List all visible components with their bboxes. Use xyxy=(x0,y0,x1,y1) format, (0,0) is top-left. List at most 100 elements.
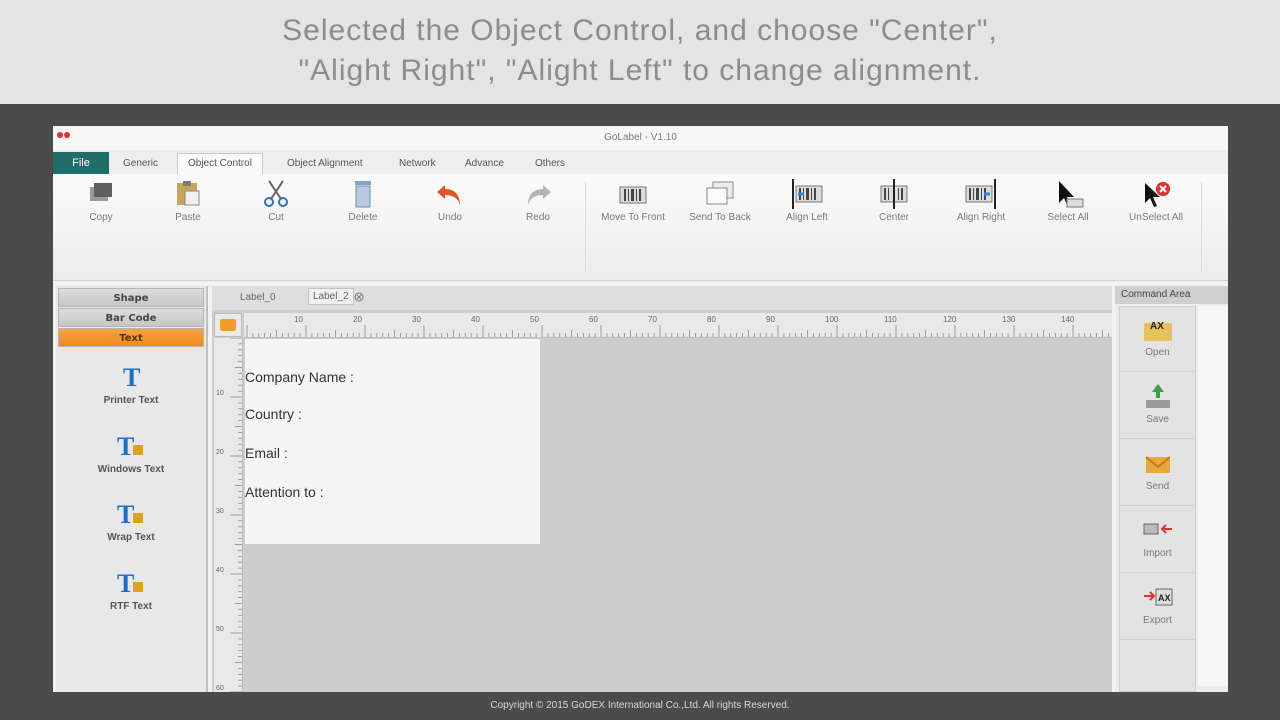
move-to-front-button[interactable]: Move To Front xyxy=(593,174,673,234)
save-icon xyxy=(1146,384,1170,408)
redo-icon xyxy=(528,185,551,205)
ribbon-tabs: File Generic Object Control Object Align… xyxy=(53,150,1228,175)
doc-tab-label-0[interactable]: Label_0 xyxy=(240,292,276,303)
attention-to-text[interactable]: Attention to : xyxy=(245,484,324,500)
export-command[interactable]: AX Export xyxy=(1120,575,1195,640)
wrap-text-tool[interactable]: T Wrap Text xyxy=(56,499,206,559)
ruler-label: 60 xyxy=(216,685,224,692)
command-area: Command Area AX Open Save Send Import AX… xyxy=(1115,286,1228,692)
align-left-label: Align Left xyxy=(786,212,828,223)
ruler-label: 120 xyxy=(943,315,957,324)
ruler-label: 10 xyxy=(294,315,303,324)
send-to-back-label: Send To Back xyxy=(689,212,751,223)
ruler-label: 140 xyxy=(1061,315,1075,324)
wrap-text-icon: T xyxy=(117,500,143,527)
tab-others[interactable]: Others xyxy=(535,158,565,169)
import-icon xyxy=(1143,523,1172,535)
send-to-back-icon xyxy=(706,181,734,205)
email-text[interactable]: Email : xyxy=(245,445,288,461)
cut-label: Cut xyxy=(268,212,284,223)
printer-text-tool[interactable]: T Printer Text xyxy=(56,362,206,422)
redo-label: Redo xyxy=(526,212,550,223)
category-bar-code[interactable]: Bar Code xyxy=(58,308,204,327)
country-text[interactable]: Country : xyxy=(245,406,302,422)
caption-line-2: "Alight Right", "Alight Left" to change … xyxy=(298,54,982,87)
file-tab[interactable]: File xyxy=(53,152,109,174)
tab-generic[interactable]: Generic xyxy=(123,158,158,169)
category-shape[interactable]: Shape xyxy=(58,288,204,307)
windows-text-icon: T xyxy=(117,432,143,459)
close-tab-icon[interactable] xyxy=(354,292,364,302)
rtf-text-label: RTF Text xyxy=(109,601,153,612)
ruler-label: 20 xyxy=(353,315,362,324)
undo-label: Undo xyxy=(438,212,462,223)
delete-button[interactable]: Delete xyxy=(323,174,403,234)
printer-text-label: Printer Text xyxy=(103,395,159,406)
copy-icon xyxy=(90,183,112,201)
ruler-label: 100 xyxy=(825,315,839,324)
ribbon-separator xyxy=(585,182,586,272)
company-name-text[interactable]: Company Name : xyxy=(245,369,354,385)
category-text[interactable]: Text xyxy=(58,328,204,347)
svg-text:AX: AX xyxy=(1158,593,1171,603)
tab-object-control[interactable]: Object Control xyxy=(177,153,263,175)
move-to-front-label: Move To Front xyxy=(601,212,665,223)
ruler-label: 60 xyxy=(589,315,598,324)
align-right-icon xyxy=(965,179,996,209)
import-command[interactable]: Import xyxy=(1120,508,1195,573)
ruler-label: 70 xyxy=(648,315,657,324)
select-all-button[interactable]: Select All xyxy=(1028,174,1108,234)
ruler-label: 90 xyxy=(766,315,775,324)
paste-label: Paste xyxy=(175,212,201,223)
svg-text:T: T xyxy=(117,569,134,596)
ruler-origin-button[interactable] xyxy=(214,313,242,337)
unselect-all-label: UnSelect All xyxy=(1129,212,1183,223)
align-right-button[interactable]: Align Right xyxy=(941,174,1021,234)
unselect-all-icon xyxy=(1145,182,1170,207)
rtf-text-tool[interactable]: T RTF Text xyxy=(56,568,206,628)
ruler-label: 30 xyxy=(412,315,421,324)
paste-button[interactable]: Paste xyxy=(148,174,228,234)
save-command[interactable]: Save xyxy=(1120,374,1195,439)
select-all-icon xyxy=(1059,181,1084,208)
wrap-text-label: Wrap Text xyxy=(107,532,155,543)
ruler-label: 50 xyxy=(216,626,224,633)
command-area-blank xyxy=(1198,306,1228,686)
ruler-label: 40 xyxy=(471,315,480,324)
align-left-button[interactable]: Align Left xyxy=(767,174,847,234)
svg-text:T: T xyxy=(123,363,140,390)
import-label: Import xyxy=(1143,548,1172,559)
select-all-label: Select All xyxy=(1047,212,1089,223)
open-label: Open xyxy=(1145,347,1170,358)
redo-button[interactable]: Redo xyxy=(498,174,578,234)
object-panel: Shape Bar Code Text T Printer Text T Win… xyxy=(56,286,208,692)
move-to-front-icon xyxy=(619,186,647,204)
send-command[interactable]: Send xyxy=(1120,441,1195,506)
ruler-label: 80 xyxy=(707,315,716,324)
export-icon: AX xyxy=(1144,588,1173,606)
copy-button[interactable]: Copy xyxy=(61,174,141,234)
paste-icon xyxy=(177,181,200,206)
ribbon-separator xyxy=(1201,182,1202,272)
command-list: AX Open Save Send Import AX Export xyxy=(1119,306,1196,692)
ruler-label: 130 xyxy=(1002,315,1016,324)
undo-icon xyxy=(437,185,460,205)
tab-object-alignment[interactable]: Object Alignment xyxy=(287,158,363,169)
ruler-label: 10 xyxy=(216,390,224,397)
export-label: Export xyxy=(1143,615,1172,626)
tab-advance[interactable]: Advance xyxy=(465,158,504,169)
undo-button[interactable]: Undo xyxy=(410,174,490,234)
tab-network[interactable]: Network xyxy=(399,158,436,169)
label-design-surface[interactable]: Company Name : Country : Email : Attenti… xyxy=(245,339,540,544)
unselect-all-button[interactable]: UnSelect All xyxy=(1116,174,1196,234)
open-command[interactable]: AX Open xyxy=(1120,307,1195,372)
send-to-back-button[interactable]: Send To Back xyxy=(680,174,760,234)
doc-tab-label-2[interactable]: Label_2 xyxy=(308,288,354,305)
window-title: GoLabel - V1.10 xyxy=(604,132,677,143)
align-center-icon xyxy=(880,179,908,209)
windows-text-tool[interactable]: T Windows Text xyxy=(56,431,206,491)
cut-button[interactable]: Cut xyxy=(236,174,316,234)
center-button[interactable]: Center xyxy=(854,174,934,234)
ruler-label: 30 xyxy=(216,508,224,515)
trash-icon xyxy=(355,181,371,208)
